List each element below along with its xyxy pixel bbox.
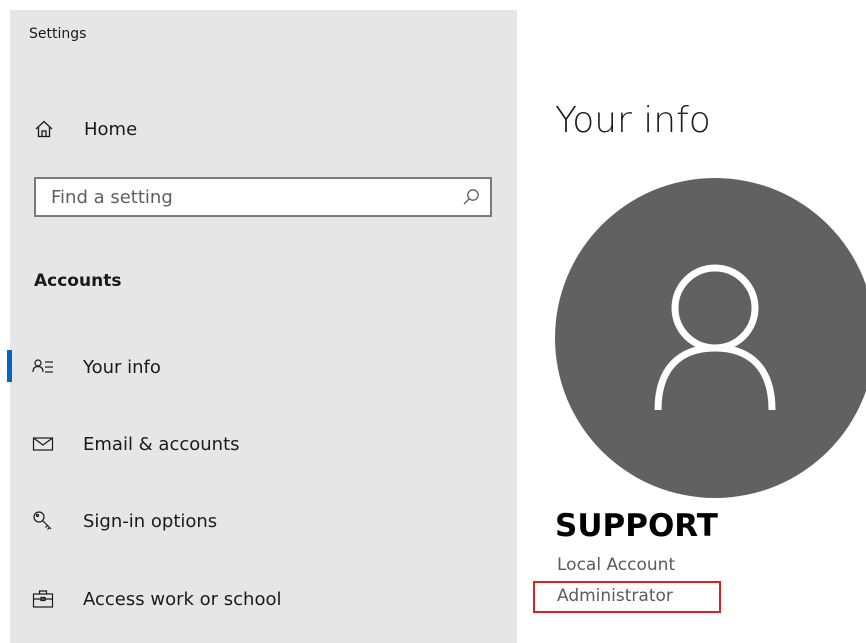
- user-name: SUPPORT: [555, 508, 718, 544]
- page-title: Your info: [555, 100, 711, 141]
- sidebar-item-access-work-school[interactable]: Access work or school: [10, 579, 517, 619]
- sidebar-item-label: Access work or school: [83, 588, 282, 610]
- section-title: Accounts: [34, 271, 122, 291]
- envelope-icon: [32, 433, 54, 455]
- sidebar-item-label: Your info: [83, 356, 161, 378]
- sidebar-item-sign-in-options[interactable]: Sign-in options: [10, 501, 517, 541]
- home-label: Home: [84, 118, 138, 140]
- sidebar: Settings Home Accounts: [7, 10, 517, 643]
- sidebar-item-email-accounts[interactable]: Email & accounts: [10, 424, 517, 464]
- sidebar-item-your-info[interactable]: Your info: [7, 347, 517, 387]
- avatar: [555, 178, 866, 498]
- home-nav-item[interactable]: Home: [34, 114, 334, 144]
- person-icon: [654, 264, 776, 411]
- annotation-highlight-box: [533, 581, 721, 613]
- briefcase-icon: [32, 588, 54, 610]
- sidebar-item-label: Email & accounts: [83, 433, 240, 455]
- key-icon: [32, 510, 54, 532]
- search-box[interactable]: [34, 177, 492, 217]
- active-indicator: [7, 350, 12, 382]
- search-input[interactable]: [36, 179, 461, 215]
- account-type: Local Account: [557, 555, 676, 575]
- home-icon: [34, 119, 54, 139]
- app-title: Settings: [29, 26, 87, 42]
- search-icon[interactable]: [462, 188, 480, 206]
- sidebar-item-label: Sign-in options: [83, 510, 218, 532]
- person-list-icon: [32, 356, 54, 378]
